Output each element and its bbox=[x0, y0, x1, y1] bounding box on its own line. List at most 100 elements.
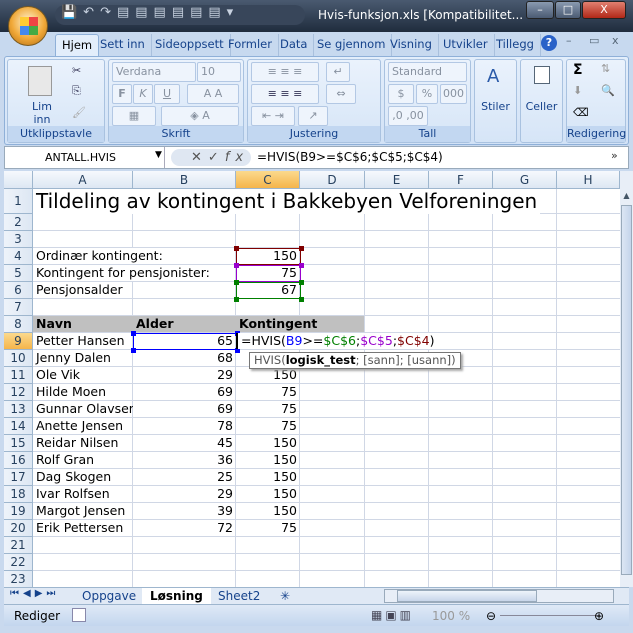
row-header-13[interactable]: 13 bbox=[4, 401, 33, 418]
column-header-F[interactable]: F bbox=[429, 171, 493, 189]
borders-icon[interactable]: ▦ bbox=[112, 106, 156, 126]
age-cell[interactable]: 69 bbox=[133, 384, 236, 400]
insert-sheet-icon[interactable]: ✳ bbox=[272, 588, 298, 604]
tooltip-arg[interactable]: logisk_test bbox=[286, 353, 356, 367]
zoom-slider[interactable] bbox=[500, 615, 600, 616]
name-cell[interactable]: Ivar Rolfsen bbox=[33, 486, 133, 502]
italic-button[interactable]: K bbox=[133, 84, 153, 104]
orientation-icon[interactable]: ↗ bbox=[298, 106, 328, 126]
view-buttons[interactable]: ▦▣▥ bbox=[371, 608, 414, 622]
range-handle[interactable] bbox=[234, 297, 239, 302]
range-handle[interactable] bbox=[234, 246, 239, 251]
row-header-15[interactable]: 15 bbox=[4, 435, 33, 452]
font-name-select[interactable]: Verdana bbox=[112, 62, 196, 82]
row-header-16[interactable]: 16 bbox=[4, 452, 33, 469]
vertical-scrollbar[interactable]: ▲ bbox=[620, 171, 633, 587]
select-all-corner[interactable] bbox=[4, 171, 33, 189]
enter-icon[interactable]: ✓ bbox=[208, 150, 225, 165]
name-cell[interactable]: Reidar Nilsen bbox=[33, 435, 133, 451]
name-cell[interactable]: Gunnar Olavsen bbox=[33, 401, 133, 417]
range-handle[interactable] bbox=[299, 297, 304, 302]
column-header-E[interactable]: E bbox=[365, 171, 429, 189]
ribbon-restore-icon[interactable]: ▭ bbox=[589, 34, 599, 47]
sheet-tab-sheet2[interactable]: Sheet2 bbox=[210, 588, 268, 604]
help-icon[interactable]: ? bbox=[541, 35, 557, 51]
find-icon[interactable]: 🔍 bbox=[601, 84, 615, 97]
expand-formula-bar-icon[interactable]: » bbox=[611, 149, 618, 162]
row-header-21[interactable]: 21 bbox=[4, 537, 33, 554]
param-label[interactable]: Kontingent for pensjonister: bbox=[33, 265, 213, 281]
name-cell[interactable]: Jenny Dalen bbox=[33, 350, 133, 366]
merge-center-icon[interactable]: ⇔ bbox=[326, 84, 356, 104]
sheet-tab-losning[interactable]: Løsning bbox=[142, 588, 211, 604]
tab-formler[interactable]: Formler bbox=[222, 34, 279, 56]
row-header-17[interactable]: 17 bbox=[4, 469, 33, 486]
row-header-23[interactable]: 23 bbox=[4, 571, 33, 587]
currency-icon[interactable]: $ bbox=[388, 84, 414, 104]
fee-cell[interactable]: 150 bbox=[236, 367, 300, 383]
column-header-D[interactable]: D bbox=[300, 171, 365, 189]
cancel-icon[interactable]: ✕ bbox=[191, 150, 208, 165]
paste-button[interactable]: Lim inn bbox=[22, 100, 62, 126]
insert-function-icon[interactable]: fx bbox=[225, 150, 249, 165]
age-cell[interactable]: 45 bbox=[133, 435, 236, 451]
decimal-icons[interactable]: ,0 ,00 bbox=[388, 106, 428, 126]
tab-utvikler[interactable]: Utvikler bbox=[437, 34, 495, 56]
underline-button[interactable]: U bbox=[154, 84, 180, 104]
minimize-button[interactable]: – bbox=[526, 1, 554, 19]
tab-sideoppsett[interactable]: Sideoppsett bbox=[149, 34, 231, 56]
age-cell[interactable]: 39 bbox=[133, 503, 236, 519]
name-box[interactable]: ANTALL.HVIS bbox=[5, 147, 165, 168]
zoom-out-icon[interactable]: ⊖ bbox=[486, 609, 496, 623]
vertical-scroll-thumb[interactable] bbox=[621, 205, 632, 575]
age-cell[interactable]: 25 bbox=[133, 469, 236, 485]
percent-button[interactable]: % bbox=[416, 84, 438, 104]
column-header-H[interactable]: H bbox=[557, 171, 620, 189]
horizontal-align-icons[interactable]: ≡ ≡ ≡ bbox=[251, 84, 319, 104]
fee-cell[interactable]: 150 bbox=[236, 452, 300, 468]
range-handle[interactable] bbox=[234, 280, 239, 285]
sheet-nav-icons[interactable]: ⏮◀▶⏭ bbox=[10, 588, 59, 599]
font-size-select[interactable]: 10 bbox=[197, 62, 241, 82]
number-format-select[interactable]: Standard bbox=[388, 62, 467, 82]
vertical-align-icons[interactable]: ≡ ≡ ≡ bbox=[251, 62, 319, 82]
fee-cell[interactable]: 150 bbox=[236, 486, 300, 502]
row-header-2[interactable]: 2 bbox=[4, 214, 33, 231]
row-header-14[interactable]: 14 bbox=[4, 418, 33, 435]
row-header-6[interactable]: 6 bbox=[4, 282, 33, 299]
row-header-8[interactable]: 8 bbox=[4, 316, 33, 333]
fee-cell[interactable]: 150 bbox=[236, 435, 300, 451]
cut-icon[interactable]: ✂ bbox=[72, 64, 81, 77]
name-box-dropdown-icon[interactable]: ▼ bbox=[155, 150, 162, 160]
zoom-level[interactable]: 100 % bbox=[432, 609, 470, 623]
formula-input[interactable]: =HVIS(B9>=$C$6;$C$5;$C$4) bbox=[257, 147, 443, 168]
wrap-text-icon[interactable]: ↵ bbox=[326, 62, 350, 82]
editing-cell[interactable]: =HVIS(B9>=$C$6;$C$5;$C$4) bbox=[236, 333, 438, 349]
tab-hjem[interactable]: Hjem bbox=[55, 34, 100, 56]
macro-record-icon[interactable] bbox=[72, 608, 86, 622]
styles-button[interactable]: Stiler bbox=[475, 100, 516, 113]
tab-tillegg[interactable]: Tillegg bbox=[490, 34, 541, 56]
ribbon-minimize-icon[interactable]: – bbox=[566, 34, 572, 47]
zoom-in-icon[interactable]: ⊕ bbox=[594, 609, 604, 623]
name-cell[interactable]: Petter Hansen bbox=[33, 333, 133, 349]
name-cell[interactable]: Dag Skogen bbox=[33, 469, 133, 485]
range-handle[interactable] bbox=[131, 331, 136, 336]
fee-cell[interactable]: 75 bbox=[236, 384, 300, 400]
tab-sett-inn[interactable]: Sett inn bbox=[94, 34, 152, 56]
age-cell[interactable]: 69 bbox=[133, 401, 236, 417]
row-header-18[interactable]: 18 bbox=[4, 486, 33, 503]
bold-button[interactable]: F bbox=[112, 84, 132, 104]
fee-cell[interactable]: 75 bbox=[236, 401, 300, 417]
tab-data[interactable]: Data bbox=[274, 34, 315, 56]
indent-icons[interactable]: ⇤ ⇥ bbox=[251, 106, 295, 126]
autosum-button[interactable]: Σ bbox=[573, 62, 583, 78]
range-handle[interactable] bbox=[299, 280, 304, 285]
range-handle[interactable] bbox=[131, 348, 136, 353]
row-header-7[interactable]: 7 bbox=[4, 299, 33, 316]
row-header-4[interactable]: 4 bbox=[4, 248, 33, 265]
group-cells[interactable]: Celler bbox=[520, 59, 563, 143]
name-cell[interactable]: Erik Pettersen bbox=[33, 520, 133, 536]
horizontal-scrollbar[interactable] bbox=[384, 589, 614, 603]
age-cell[interactable]: 72 bbox=[133, 520, 236, 536]
